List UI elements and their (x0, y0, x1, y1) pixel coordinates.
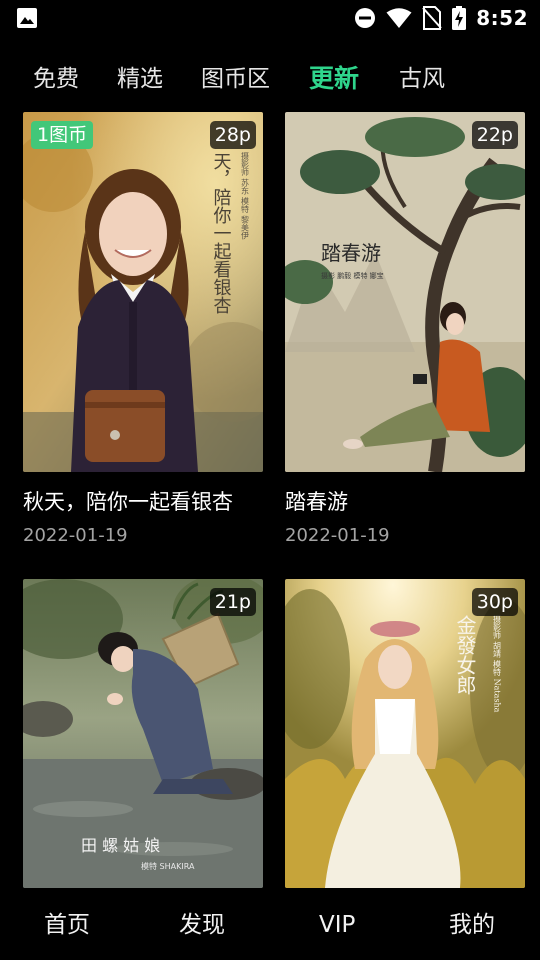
status-bar: 8:52 (0, 0, 540, 36)
album-poster-credits: 模特 SHAKIRA (141, 861, 195, 871)
battery-charging-icon (452, 6, 467, 30)
tab-updates[interactable]: 更新 (309, 56, 359, 102)
album-thumbnail[interactable]: 踏春游 摄影 鹏毅 模特 娜宝 22p (285, 112, 525, 472)
nav-home[interactable]: 首页 (44, 908, 90, 942)
album-card[interactable]: 踏春游 摄影 鹏毅 模特 娜宝 22p 踏春游 2022-01-19 (285, 112, 525, 552)
nav-discover[interactable]: 发现 (179, 908, 225, 942)
album-date: 2022-01-19 (285, 525, 390, 546)
status-time: 8:52 (476, 6, 528, 30)
album-poster-credits: 摄影 鹏毅 模特 娜宝 (321, 271, 384, 280)
album-poster-title: 金發女郎 (453, 615, 477, 695)
screen: 8:52 免费 精选 图币区 更新 古风 天，陪你一起看银杏 摄影师 苏东 模特… (0, 0, 540, 960)
album-date: 2022-01-19 (23, 525, 128, 546)
album-card[interactable]: 田 螺 姑 娘 模特 SHAKIRA 21p (23, 579, 263, 888)
album-poster-credits: 摄影师 胡靖 模特 Natasha (493, 615, 502, 713)
album-title[interactable]: 踏春游 (285, 486, 348, 516)
album-thumbnail[interactable]: 田 螺 姑 娘 模特 SHAKIRA 21p (23, 579, 263, 888)
photo-count-badge: 30p (471, 588, 518, 616)
album-cover-photo: 踏春游 摄影 鹏毅 模特 娜宝 (285, 112, 525, 472)
tab-ancient-style[interactable]: 古风 (399, 56, 445, 102)
nav-mine[interactable]: 我的 (449, 908, 495, 942)
album-card[interactable]: 金發女郎 摄影师 胡靖 模特 Natasha 30p (285, 579, 525, 888)
album-card[interactable]: 天，陪你一起看银杏 摄影师 苏东 模特 黎美伊 1图币 28p 秋天，陪你一起看… (23, 112, 263, 552)
tab-free[interactable]: 免费 (33, 56, 79, 102)
photo-count-badge: 28p (209, 121, 256, 149)
do-not-disturb-icon (355, 8, 376, 28)
price-badge: 1图币 (31, 121, 94, 149)
album-title[interactable]: 秋天，陪你一起看银杏 (23, 486, 233, 516)
image-notification-icon (17, 8, 37, 28)
album-cover-photo: 天，陪你一起看银杏 摄影师 苏东 模特 黎美伊 (23, 112, 263, 472)
photo-count-badge: 22p (471, 121, 518, 149)
album-poster-title: 田 螺 姑 娘 (81, 836, 160, 855)
photo-count-badge: 21p (209, 588, 256, 616)
album-cover-photo: 田 螺 姑 娘 模特 SHAKIRA (23, 579, 263, 888)
nav-vip[interactable]: VIP (319, 908, 355, 942)
status-icons: 8:52 (354, 4, 528, 32)
bottom-nav: 首页 发现 VIP 我的 (0, 888, 540, 960)
wifi-icon (386, 8, 412, 28)
tab-coin-zone[interactable]: 图币区 (201, 56, 270, 102)
album-poster-credits: 摄影师 苏东 模特 黎美伊 (241, 152, 250, 241)
album-poster-title: 踏春游 (321, 241, 381, 265)
album-cover-photo: 金發女郎 摄影师 胡靖 模特 Natasha (285, 579, 525, 888)
tab-featured[interactable]: 精选 (117, 56, 163, 102)
category-tabs: 免费 精选 图币区 更新 古风 (0, 56, 540, 102)
no-sim-icon (422, 6, 442, 30)
album-thumbnail[interactable]: 天，陪你一起看银杏 摄影师 苏东 模特 黎美伊 1图币 28p (23, 112, 263, 472)
album-thumbnail[interactable]: 金發女郎 摄影师 胡靖 模特 Natasha 30p (285, 579, 525, 888)
album-poster-title: 天，陪你一起看银杏 (211, 152, 232, 314)
